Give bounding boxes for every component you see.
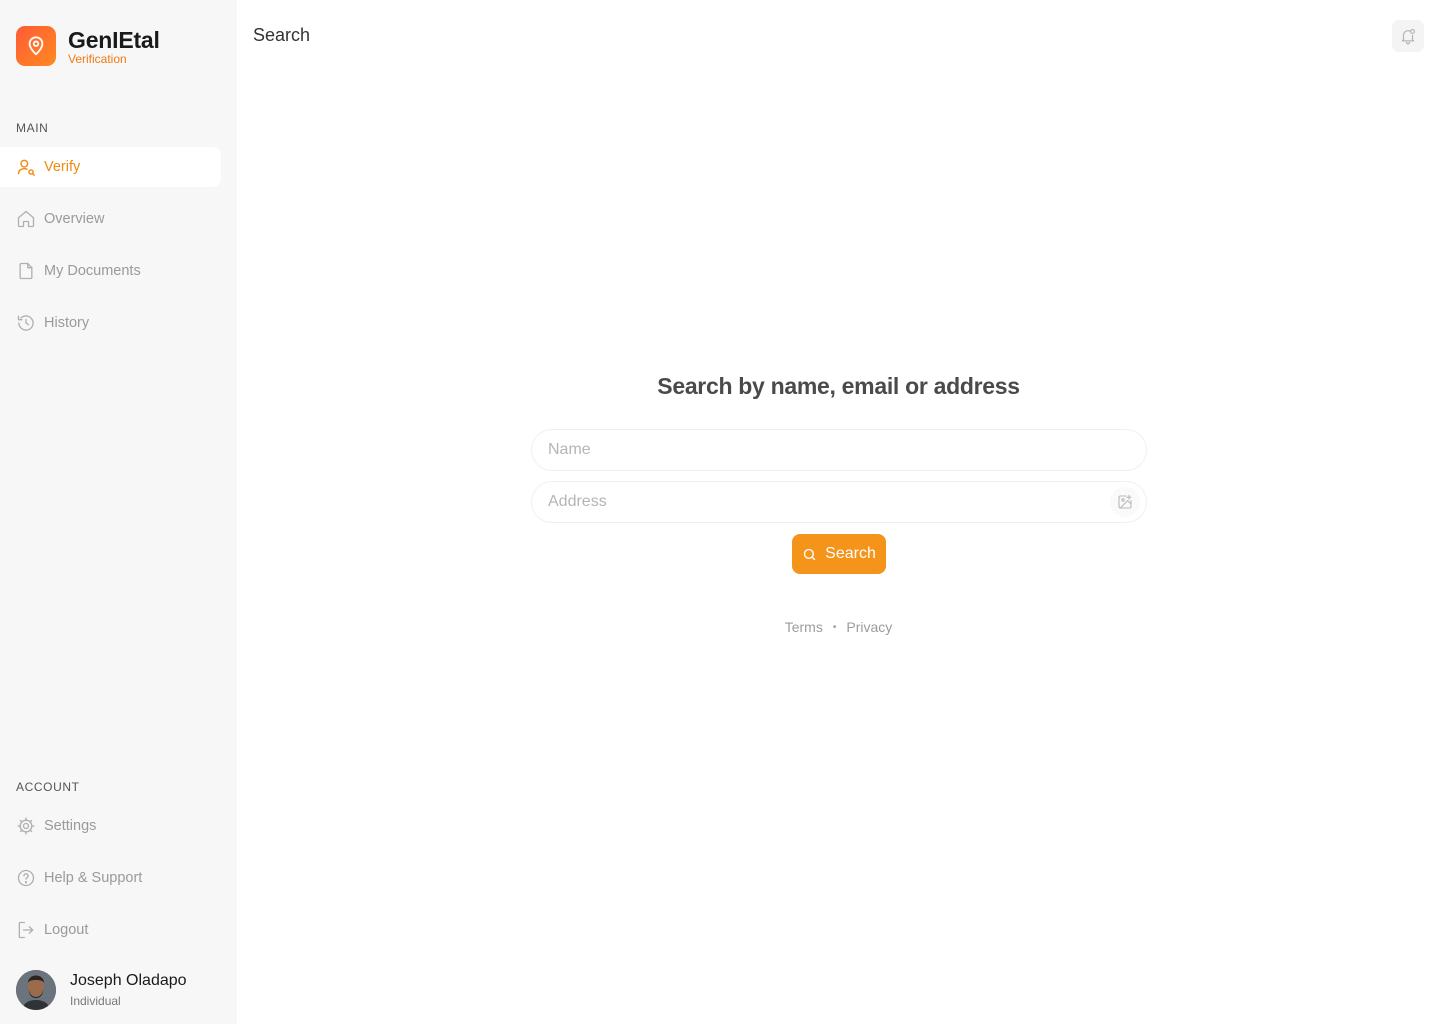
user-profile[interactable]: Joseph Oladapo Individual <box>16 970 187 1010</box>
sidebar-item-label: Overview <box>44 211 105 227</box>
home-icon <box>16 209 36 229</box>
user-name: Joseph Oladapo <box>70 972 187 989</box>
page-title: Search <box>253 25 311 45</box>
sidebar-item-history[interactable]: History <box>16 303 221 343</box>
user-role: Individual <box>70 994 121 1008</box>
sidebar-item-verify[interactable]: Verify <box>0 147 221 187</box>
footer-links: Terms • Privacy <box>740 619 937 635</box>
sidebar-item-label: Logout <box>44 922 89 938</box>
sidebar-item-settings[interactable]: Settings <box>16 806 221 846</box>
gear-icon <box>16 816 36 836</box>
sidebar-item-label: Verify <box>44 159 81 175</box>
name-input[interactable] <box>532 430 1146 470</box>
terms-link[interactable]: Terms <box>785 619 823 635</box>
sidebar-item-logout[interactable]: Logout <box>16 910 221 950</box>
history-icon <box>16 313 36 333</box>
search-button[interactable]: Search <box>792 534 886 574</box>
notifications-button[interactable] <box>1392 20 1424 52</box>
main-section-label: MAIN <box>16 121 49 135</box>
sidebar-item-label: Help & Support <box>44 870 143 886</box>
brand-subtitle: Verification <box>68 51 127 66</box>
image-add-icon <box>1117 494 1133 510</box>
sidebar-item-my-documents[interactable]: My Documents <box>16 251 221 291</box>
brand-name: GenIEtal <box>68 26 160 53</box>
sidebar-item-help-support[interactable]: Help & Support <box>16 858 221 898</box>
address-field <box>531 481 1147 523</box>
user-search-icon <box>16 157 36 177</box>
address-input[interactable] <box>532 482 1146 522</box>
account-section-label: ACCOUNT <box>16 780 80 794</box>
document-icon <box>16 261 36 281</box>
logout-icon <box>16 920 36 940</box>
sidebar-item-label: Settings <box>44 818 97 834</box>
footer-separator: • <box>832 621 837 633</box>
search-button-label: Search <box>825 545 876 562</box>
bell-icon <box>1399 27 1417 45</box>
image-add-button[interactable] <box>1110 487 1140 517</box>
search-heading: Search by name, email or address <box>657 373 1020 399</box>
location-pin-icon <box>16 26 56 66</box>
name-field <box>531 429 1147 471</box>
help-circle-icon <box>16 868 36 888</box>
sidebar-item-overview[interactable]: Overview <box>16 199 221 239</box>
privacy-link[interactable]: Privacy <box>846 619 892 635</box>
avatar <box>16 970 56 1010</box>
search-icon <box>802 547 817 562</box>
sidebar-item-label: My Documents <box>44 263 141 279</box>
sidebar: GenIEtal Verification MAIN Verify Overvi… <box>0 0 237 1024</box>
brand[interactable]: GenIEtal Verification <box>16 26 160 66</box>
sidebar-item-label: History <box>44 315 90 331</box>
